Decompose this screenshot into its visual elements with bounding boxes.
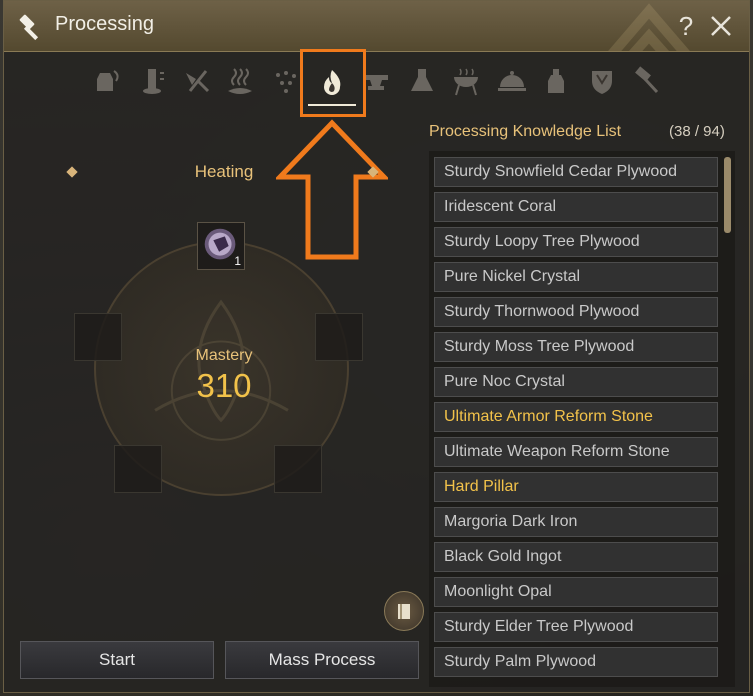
list-item[interactable]: Iridescent Coral [434,192,718,222]
tab-imperial-cooking[interactable] [492,59,532,103]
list-item[interactable]: Ultimate Weapon Reform Stone [434,437,718,467]
tab-grinding[interactable] [132,59,172,103]
list-item[interactable]: Sturdy Loopy Tree Plywood [434,227,718,257]
material-quantity: 1 [234,254,241,268]
filtering-icon [276,71,296,93]
up-arrow-annotation [276,119,388,260]
potion-icon [548,69,564,93]
list-item[interactable]: Hard Pillar [434,472,718,502]
material-slot[interactable]: 1 [197,222,245,270]
chopping-icon [186,70,210,93]
list-item[interactable]: Pure Noc Crystal [434,367,718,397]
list-item[interactable]: Ultimate Armor Reform Stone [434,402,718,432]
list-item[interactable]: Sturdy Elder Tree Plywood [434,612,718,642]
grinding-icon [143,69,164,94]
tab-chopping[interactable] [176,59,216,103]
tab-drying[interactable] [220,59,260,103]
drying-icon [228,68,252,94]
knowledge-count: (38 / 94) [669,123,725,140]
list-item[interactable]: Moonlight Opal [434,577,718,607]
hammer-icon [635,66,659,94]
flask-icon [411,69,433,91]
window-title: Processing [55,13,154,35]
cloche-icon [498,71,526,91]
left-diamond-marker [66,166,78,178]
help-button[interactable]: ? [674,11,698,42]
knowledge-list-title: Processing Knowledge List [429,123,622,140]
mastery-value: 310 [196,367,252,404]
start-button[interactable]: Start [20,641,214,679]
ingredient-slot-bottom-left[interactable] [114,445,162,493]
list-item[interactable]: Pure Nickel Crystal [434,262,718,292]
shaking-icon [97,70,119,91]
hammer-icon [19,14,39,41]
list-item[interactable]: Sturdy Thornwood Plywood [434,297,718,327]
processing-window: Processing ? Heating 1 Mastery 310 Start… [3,0,750,693]
grill-icon [454,68,478,96]
list-item[interactable]: Black Gold Ingot [434,542,718,572]
ingredient-slot-right[interactable] [315,313,363,361]
list-item[interactable]: Sturdy Palm Plywood [434,647,718,677]
tab-imperial-alchemy[interactable] [536,59,576,103]
ingredient-slot-left[interactable] [74,313,122,361]
knowledge-list[interactable]: Sturdy Snowfield Cedar Plywood Iridescen… [429,151,735,687]
book-button[interactable] [384,591,424,631]
highlight-box [300,49,366,117]
title-bar[interactable]: Processing ? [4,1,749,52]
processing-category: Heating [194,162,254,181]
tab-guild[interactable] [582,59,622,103]
list-item[interactable]: Sturdy Moss Tree Plywood [434,332,718,362]
book-icon [398,604,410,619]
mass-process-button[interactable]: Mass Process [225,641,419,679]
tab-alchemy[interactable] [402,59,442,103]
list-scrollbar[interactable] [724,157,731,233]
close-button[interactable] [708,13,734,39]
tab-repair[interactable] [626,59,666,103]
shield-icon [592,71,612,94]
list-item[interactable]: Margoria Dark Iron [434,507,718,537]
mastery-label: Mastery [195,347,253,364]
list-item[interactable]: Sturdy Snowfield Cedar Plywood [434,157,718,187]
ingredient-slot-bottom-right[interactable] [274,445,322,493]
tab-cooking[interactable] [446,59,486,103]
tab-shaking[interactable] [86,59,126,103]
